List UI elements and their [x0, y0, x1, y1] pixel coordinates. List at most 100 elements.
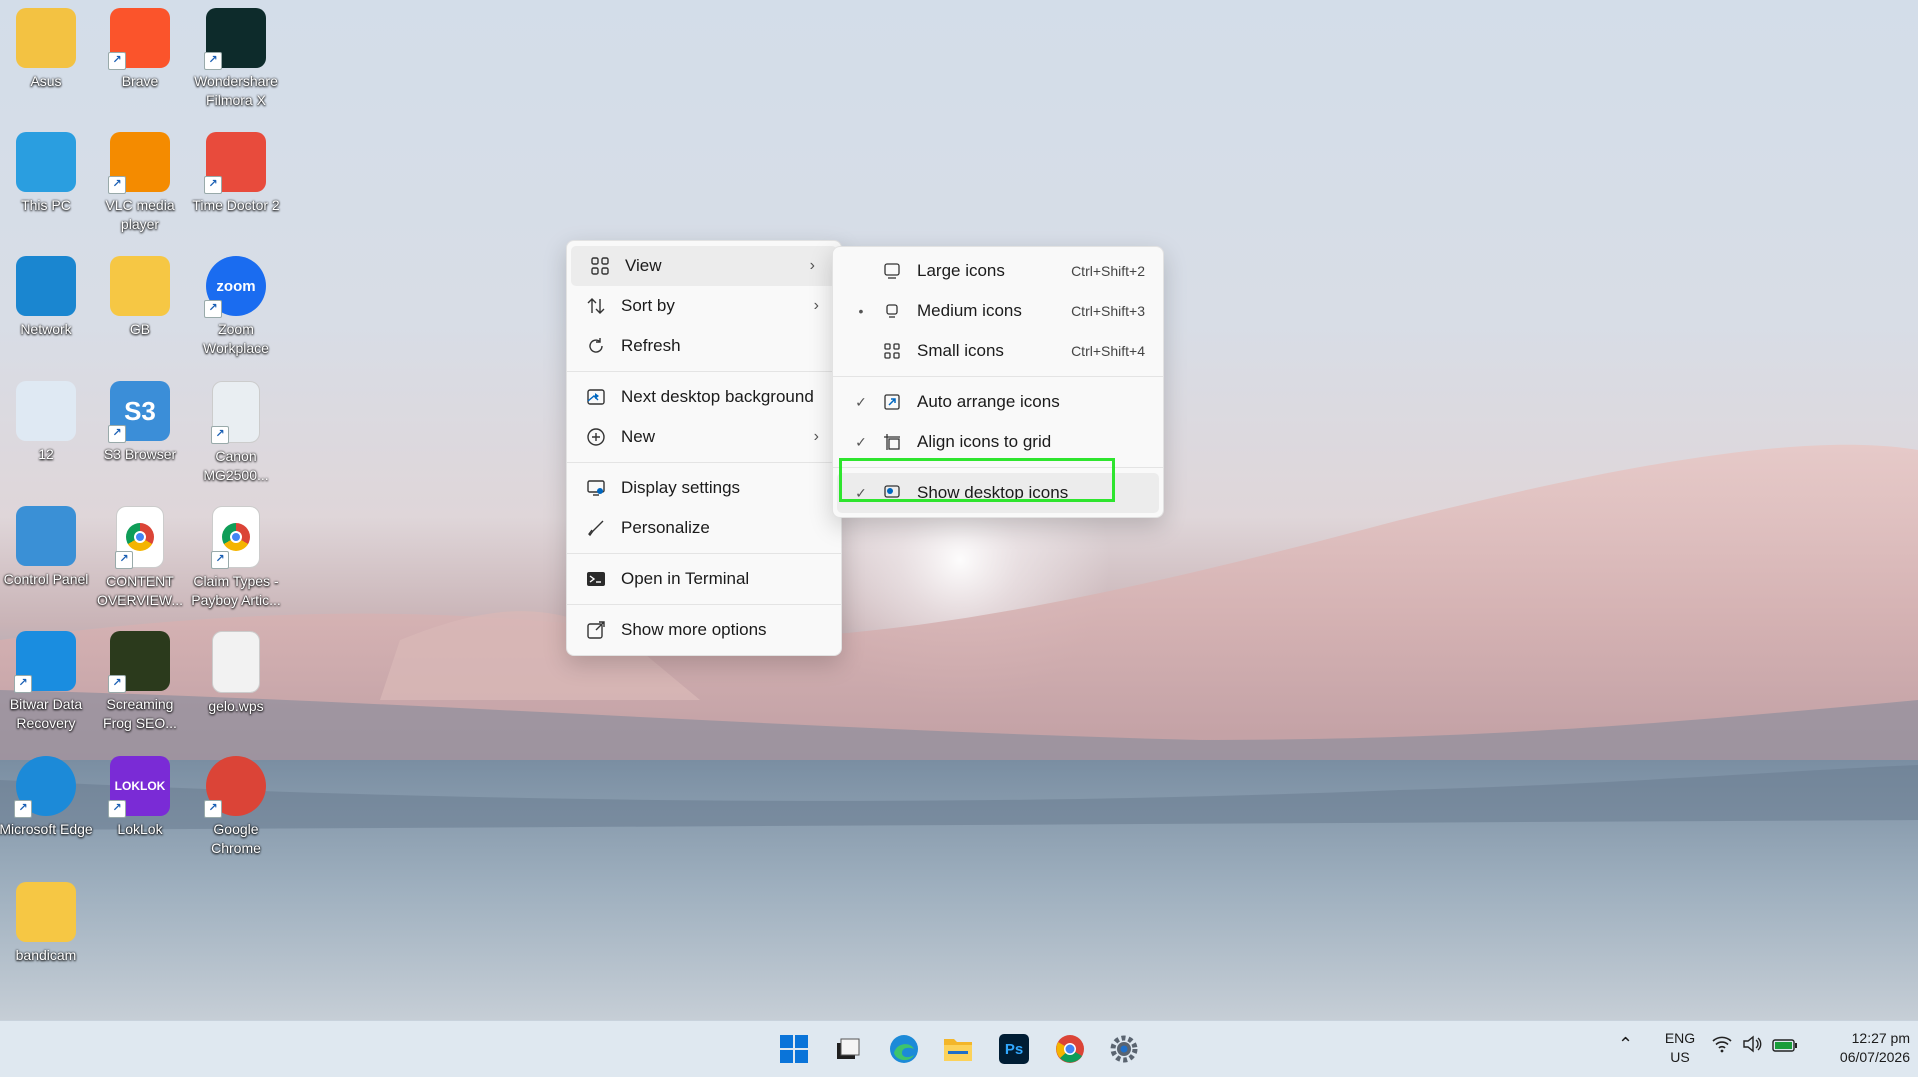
shortcut-arrow-icon: ↗ [204, 52, 222, 70]
plus-circle-icon [585, 426, 607, 448]
desktop-icon-label: Zoom Workplace [203, 321, 269, 356]
submenu-item-auto-arrange-icons[interactable]: ✓ Auto arrange icons [833, 382, 1163, 422]
next-background-icon [585, 386, 607, 408]
desktop-icon-bandicam[interactable]: bandicam [0, 882, 94, 965]
desktop-icon-screaming-frog-seo[interactable]: ↗ Screaming Frog SEO... [92, 631, 188, 733]
menu-item-refresh[interactable]: Refresh [567, 326, 841, 366]
shortcut-arrow-icon: ↗ [211, 551, 229, 569]
language-indicator[interactable]: ENG US [1660, 1029, 1700, 1067]
chevron-right-icon: › [809, 257, 815, 274]
submenu-item-large-icons[interactable]: Large icons Ctrl+Shift+2 [833, 251, 1163, 291]
desktop-icon-gb[interactable]: GB [92, 256, 188, 339]
desktop-icon-label: CONTENT OVERVIEW... [96, 573, 184, 608]
file-explorer-icon[interactable] [940, 1031, 976, 1067]
desktop-icon-google-chrome[interactable]: ↗ Google Chrome [188, 756, 284, 858]
loklok-icon: LOKLOK ↗ [108, 756, 170, 818]
show-hidden-icons[interactable]: ⌃ [1618, 1035, 1633, 1054]
shortcut-arrow-icon: ↗ [115, 551, 133, 569]
desktop-icon-label: Canon MG2500... [203, 448, 269, 483]
edge-icon[interactable] [886, 1031, 922, 1067]
desktop-icon-wondershare-filmora-x[interactable]: ↗ Wondershare Filmora X [188, 8, 284, 110]
vlc-icon: ↗ [108, 132, 170, 194]
submenu-item-small-icons[interactable]: Small icons Ctrl+Shift+4 [833, 331, 1163, 371]
submenu-item-show-desktop-icons[interactable]: ✓ Show desktop icons [837, 473, 1159, 513]
desktop-icon-control-panel[interactable]: Control Panel [0, 506, 94, 589]
share-icon [585, 619, 607, 641]
menu-separator [833, 376, 1163, 377]
settings-icon[interactable] [1106, 1031, 1142, 1067]
menu-item-view[interactable]: View › [571, 246, 837, 286]
shortcut-arrow-icon: ↗ [204, 300, 222, 318]
menu-item-display-settings[interactable]: Display settings [567, 468, 841, 508]
desktop-icon-asus[interactable]: Asus [0, 8, 94, 91]
desktop-icon-12[interactable]: 12 [0, 381, 94, 464]
desktop-icon-content-overview[interactable]: ↗ CONTENT OVERVIEW... [92, 506, 188, 610]
shortcut-arrow-icon: ↗ [108, 52, 126, 70]
view-submenu: Large icons Ctrl+Shift+2 • Medium icons … [832, 246, 1164, 518]
wifi-icon[interactable] [1712, 1035, 1732, 1058]
desktop-icon-vlc-media-player[interactable]: ↗ VLC media player [92, 132, 188, 234]
submenu-item-label: Large icons [917, 261, 1005, 280]
small-icons-icon [881, 340, 903, 362]
submenu-item-label: Small icons [917, 341, 1004, 360]
battery-icon[interactable] [1772, 1037, 1798, 1058]
desktop-icon-zoom-workplace[interactable]: zoom ↗ Zoom Workplace [188, 256, 284, 358]
screaming-frog-icon: ↗ [108, 631, 170, 693]
blank-file-icon [212, 631, 260, 693]
chevron-right-icon: › [813, 428, 819, 445]
menu-separator [567, 604, 841, 605]
time-doctor-icon: ↗ [204, 132, 266, 194]
desktop-icon-bitwar-data-recovery[interactable]: ↗ Bitwar Data Recovery [0, 631, 94, 733]
desktop-icon-canon-mg2500[interactable]: ↗ Canon MG2500... [188, 381, 284, 485]
chrome-icon[interactable] [1052, 1031, 1088, 1067]
photoshop-label: Ps [999, 1034, 1029, 1064]
desktop-icon-time-doctor-2[interactable]: ↗ Time Doctor 2 [188, 132, 284, 215]
desktop-icon-label: Google Chrome [211, 821, 261, 856]
menu-item-label: Show more options [621, 620, 767, 639]
desktop-icon-microsoft-edge[interactable]: ↗ Microsoft Edge [0, 756, 94, 839]
chrome-icon: ↗ [204, 756, 266, 818]
shortcut-text: Ctrl+Shift+4 [1071, 343, 1145, 359]
menu-item-label: Sort by [621, 296, 675, 315]
desktop-icon-label: S3 Browser [103, 446, 177, 462]
menu-item-label: Next desktop background [621, 387, 814, 406]
shortcut-arrow-icon: ↗ [14, 800, 32, 818]
shortcut-text: Ctrl+Shift+2 [1071, 263, 1145, 279]
desktop-icon-label: Microsoft Edge [0, 821, 93, 837]
recycle-bin-icon [16, 381, 76, 441]
menu-item-personalize[interactable]: Personalize [567, 508, 841, 548]
menu-item-next-desktop-background[interactable]: Next desktop background [567, 377, 841, 417]
edge-icon: ↗ [14, 756, 76, 818]
submenu-item-medium-icons[interactable]: • Medium icons Ctrl+Shift+3 [833, 291, 1163, 331]
taskbar: Ps ⌃ ENG US 12:27 pm 06/07/2026 [0, 1020, 1918, 1077]
task-view-icon[interactable] [830, 1031, 866, 1067]
folder-icon [110, 256, 170, 316]
volume-icon[interactable] [1742, 1035, 1762, 1058]
submenu-item-align-icons-to-grid[interactable]: ✓ Align icons to grid [833, 422, 1163, 462]
photoshop-icon[interactable]: Ps [996, 1031, 1032, 1067]
menu-item-show-more-options[interactable]: Show more options [567, 610, 841, 650]
clock[interactable]: 12:27 pm 06/07/2026 [1810, 1029, 1910, 1067]
desktop-icon-label: bandicam [15, 947, 77, 963]
menu-item-open-in-terminal[interactable]: Open in Terminal [567, 559, 841, 599]
desktop-icon-s3-browser[interactable]: S3 ↗ S3 Browser [92, 381, 188, 464]
menu-item-sort-by[interactable]: Sort by › [567, 286, 841, 326]
folder-icon [16, 882, 76, 942]
checkmark-icon: ✓ [855, 484, 867, 501]
control-panel-icon [16, 506, 76, 566]
desktop-icon-this-pc[interactable]: This PC [0, 132, 94, 215]
desktop-icon-network[interactable]: Network [0, 256, 94, 339]
desktop-icon-brave[interactable]: ↗ Brave [92, 8, 188, 91]
shortcut-arrow-icon: ↗ [108, 176, 126, 194]
start-icon[interactable] [776, 1031, 812, 1067]
menu-item-new[interactable]: New › [567, 417, 841, 457]
shortcut-arrow-icon: ↗ [108, 425, 126, 443]
desktop-icon-loklok[interactable]: LOKLOK ↗ LokLok [92, 756, 188, 839]
medium-icons-icon [881, 300, 903, 322]
shortcut-text: Ctrl+Shift+3 [1071, 303, 1145, 319]
refresh-icon [585, 335, 607, 357]
desktop-icon-claim-types-payboy-artic[interactable]: ↗ Claim Types - Payboy Artic... [188, 506, 284, 610]
desktop-icon-label: Screaming Frog SEO... [103, 696, 177, 731]
shortcut-arrow-icon: ↗ [204, 176, 222, 194]
desktop-icon-gelo-wps[interactable]: gelo.wps [188, 631, 284, 716]
